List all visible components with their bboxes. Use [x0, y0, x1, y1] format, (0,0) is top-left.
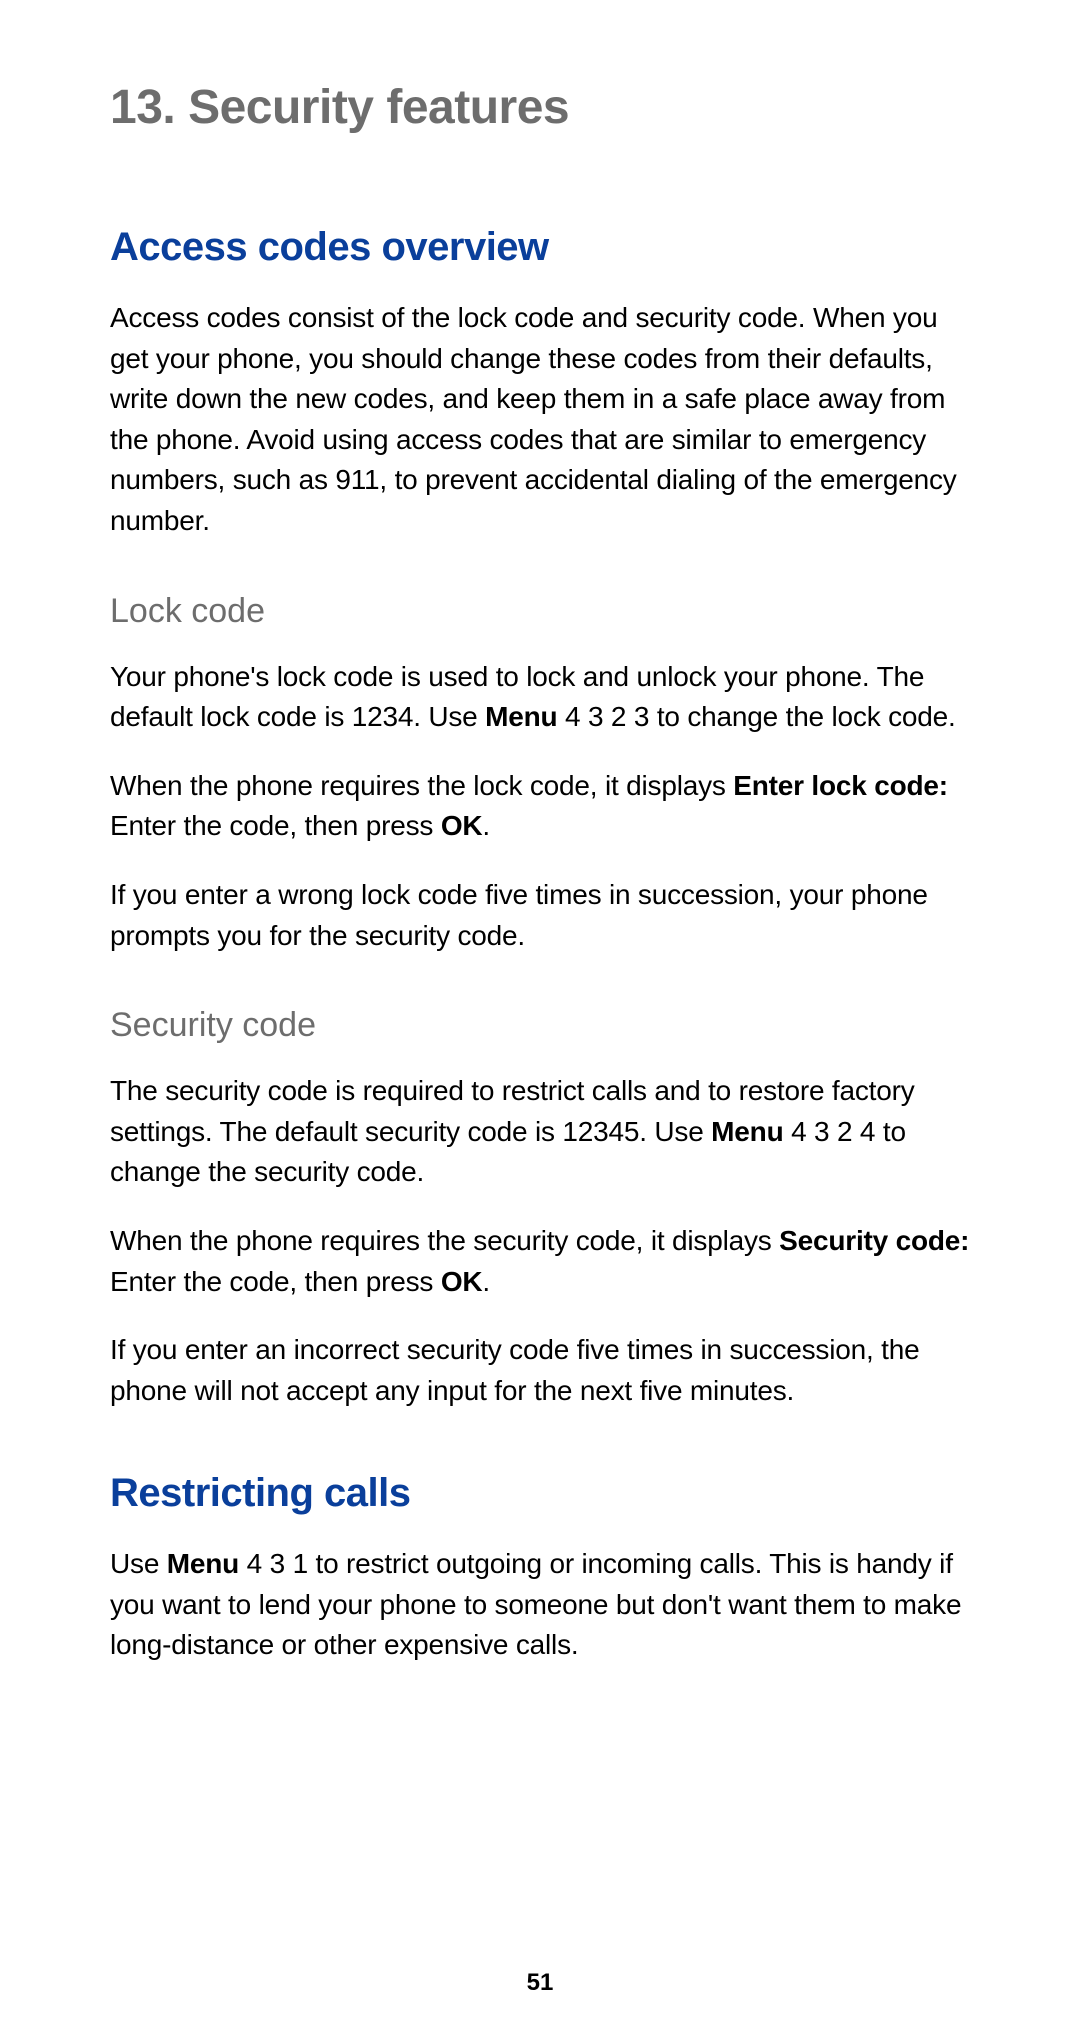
chapter-title: 13. Security features	[110, 80, 970, 135]
bold-security-code: Security code:	[779, 1225, 969, 1256]
bold-ok: OK	[441, 1266, 483, 1297]
subsection-title-security-code: Security code	[110, 1006, 970, 1045]
section-access-codes: Access codes overview Access codes consi…	[110, 225, 970, 1411]
restricting-calls-p1: Use Menu 4 3 1 to restrict outgoing or i…	[110, 1544, 970, 1666]
text: When the phone requires the security cod…	[110, 1225, 779, 1256]
chapter-number: 13.	[110, 81, 175, 134]
bold-ok: OK	[441, 810, 483, 841]
bold-enter-lock-code: Enter lock code:	[733, 770, 948, 801]
chapter-name: Security features	[188, 81, 569, 134]
text: .	[482, 1266, 490, 1297]
text: Use	[110, 1548, 167, 1579]
subsection-title-lock-code: Lock code	[110, 592, 970, 631]
text: Enter the code, then press	[110, 810, 441, 841]
lock-code-p1: Your phone's lock code is used to lock a…	[110, 657, 970, 738]
text: Enter the code, then press	[110, 1266, 441, 1297]
text: When the phone requires the lock code, i…	[110, 770, 733, 801]
text: .	[482, 810, 490, 841]
section-title-access-codes: Access codes overview	[110, 225, 970, 270]
security-code-p3: If you enter an incorrect security code …	[110, 1330, 970, 1411]
access-codes-intro: Access codes consist of the lock code an…	[110, 298, 970, 542]
section-title-restricting-calls: Restricting calls	[110, 1471, 970, 1516]
bold-menu: Menu	[485, 701, 557, 732]
text: 4 3 2 3 to change the lock code.	[557, 701, 955, 732]
security-code-p1: The security code is required to restric…	[110, 1071, 970, 1193]
section-restricting-calls: Restricting calls Use Menu 4 3 1 to rest…	[110, 1471, 970, 1666]
bold-menu: Menu	[167, 1548, 239, 1579]
lock-code-p2: When the phone requires the lock code, i…	[110, 766, 970, 847]
page-number: 51	[0, 1969, 1080, 1997]
security-code-p2: When the phone requires the security cod…	[110, 1221, 970, 1302]
bold-menu: Menu	[711, 1116, 783, 1147]
lock-code-p3: If you enter a wrong lock code five time…	[110, 875, 970, 956]
